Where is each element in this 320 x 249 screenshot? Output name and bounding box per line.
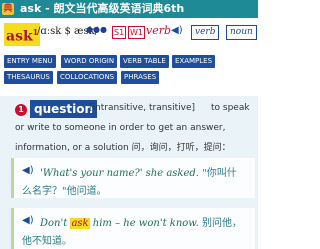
- headword: ask1: [4, 23, 41, 46]
- entry-header: ask1 /ɑːsk $ æsk/ ●●● S1 W1 verb ◀) verb…: [0, 20, 258, 48]
- speaker-icon[interactable]: ◀): [171, 25, 183, 36]
- word-origin-button[interactable]: WORD ORIGIN: [61, 55, 118, 68]
- frequency-dots: ●●●: [86, 25, 107, 34]
- phrases-button[interactable]: PHRASES: [121, 71, 160, 84]
- example-english: 'What's your name?' she asked.: [40, 168, 199, 179]
- written-frequency-tag: W1: [128, 26, 145, 39]
- highlighted-headword: ask: [70, 218, 90, 229]
- example-chinese-line-2: 么名字？"他问道。: [22, 186, 107, 197]
- definition-line-2: or write to someone in order to get an a…: [15, 123, 226, 133]
- window-title: ask - 朗文当代高级英语词典6th: [20, 2, 185, 15]
- definition-line-1: to speak: [211, 103, 250, 113]
- verb-table-button[interactable]: VERB TABLE: [120, 55, 169, 68]
- part-of-speech: verb: [146, 24, 172, 37]
- example-english-start: Don't: [40, 218, 68, 229]
- example-speaker-icon[interactable]: ◀): [22, 165, 34, 176]
- example-english-end: him – he won't know.: [92, 218, 199, 229]
- sense-number: 1: [15, 104, 27, 116]
- noun-link[interactable]: noun: [226, 25, 257, 40]
- example-speaker-icon[interactable]: ◀): [22, 215, 34, 226]
- thesaurus-button[interactable]: THESAURUS: [4, 71, 53, 84]
- signpost: question: [30, 100, 98, 118]
- dictionary-app-icon: 典: [2, 3, 14, 15]
- verb-link[interactable]: verb: [191, 25, 220, 40]
- examples-button[interactable]: EXAMPLES: [172, 55, 216, 68]
- title-bar: 典 ask - 朗文当代高级英语词典6th: [0, 0, 258, 18]
- entry-menu-button[interactable]: ENTRY MENU: [4, 55, 56, 68]
- example-chinese: "你叫什: [202, 168, 237, 179]
- collocations-button[interactable]: COLLOCATIONS: [57, 71, 118, 84]
- example-1: ◀) 'What's your name?' she asked. "你叫什 么…: [11, 158, 255, 198]
- spoken-frequency-tag: S1: [112, 26, 127, 39]
- definition-line-3: information, or a solution 问，询问，打听，提问：: [15, 143, 231, 153]
- example-chinese-line-2: 他不知道。: [22, 236, 72, 247]
- example-2: ◀) Don't ask him – he won't know. 别问他， 他…: [11, 208, 255, 249]
- example-chinese: 别问他，: [202, 218, 243, 229]
- grammar-label: [intransitive, transitive]: [89, 103, 196, 113]
